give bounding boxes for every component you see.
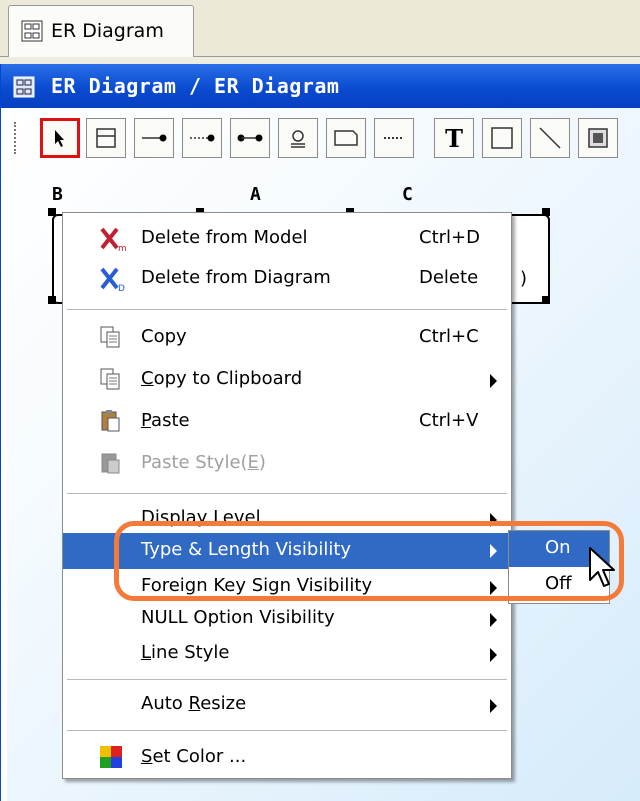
resize-handle[interactable] (48, 296, 56, 304)
many-to-many-tool-button[interactable] (230, 118, 270, 158)
paste-icon (99, 409, 123, 437)
resize-handle[interactable] (542, 208, 550, 216)
window-titlebar: ER Diagram / ER Diagram (1, 64, 640, 108)
resize-handle[interactable] (48, 208, 56, 216)
diagram-toolbar: T (6, 116, 640, 162)
entity-column-header-b: B (52, 184, 63, 205)
copy-icon (99, 367, 123, 395)
dashed-relationship-icon (190, 134, 215, 142)
menu-item-null-option-visibility[interactable]: NULL Option Visibility (63, 599, 511, 639)
menu-separator (67, 309, 507, 310)
color-palette-icon (99, 745, 123, 773)
entity-column-header-a: A (250, 184, 261, 205)
menu-item-delete-from-model[interactable]: m Delete from Model Ctrl+D (63, 219, 511, 259)
menu-item-paste[interactable]: Paste Ctrl+V (63, 402, 511, 442)
delete-diagram-icon: D (99, 266, 131, 296)
menu-item-copy[interactable]: Copy Ctrl+C (63, 318, 511, 358)
rectangle-tool-button[interactable] (482, 118, 522, 158)
tab-bar: ER Diagram (0, 0, 640, 57)
copy-icon (99, 325, 123, 353)
subtype-icon (291, 130, 305, 148)
dashed-line-tool-button[interactable] (374, 118, 414, 158)
menu-item-set-color[interactable]: Set Color ... (63, 738, 511, 778)
er-diagram-icon (21, 20, 43, 46)
submenu-arrow-icon (490, 613, 497, 627)
subtype-tool-button[interactable] (278, 118, 318, 158)
image-icon (588, 128, 608, 148)
text-tool-button[interactable]: T (434, 118, 474, 158)
relationship-tool-button[interactable] (134, 118, 174, 158)
submenu-arrow-icon (490, 699, 497, 713)
text-icon: T (445, 123, 463, 153)
toolbar-grip[interactable] (14, 122, 22, 154)
table-tool-button[interactable] (326, 118, 366, 158)
submenu-arrow-icon (490, 374, 497, 388)
submenu-arrow-icon (490, 648, 497, 662)
dashed-relationship-tool-button[interactable] (182, 118, 222, 158)
entity-overflow-text: ) (520, 268, 528, 289)
entity-tool-button[interactable] (86, 118, 126, 158)
tab-er-diagram[interactable]: ER Diagram (8, 5, 194, 57)
menu-separator (67, 679, 507, 680)
delete-model-icon: m (99, 226, 131, 256)
menu-item-paste-style: Paste Style(E) (63, 444, 511, 484)
window-title: ER Diagram / ER Diagram (51, 74, 340, 98)
pointer-icon (55, 130, 64, 147)
rectangle-icon (491, 127, 513, 149)
entity-icon (96, 128, 116, 148)
line-tool-button[interactable] (530, 118, 570, 158)
resize-handle[interactable] (542, 296, 550, 304)
many-to-many-icon (237, 134, 263, 142)
relationship-line-icon (142, 134, 167, 142)
dotted-line-icon (384, 137, 404, 139)
context-menu: m Delete from Model Ctrl+D D Delete from… (62, 212, 512, 779)
line-icon (539, 127, 561, 149)
entity-column-header-c: C (402, 184, 413, 205)
menu-item-copy-to-clipboard[interactable]: Copy to Clipboard (63, 360, 511, 400)
svg-text:m: m (118, 244, 127, 252)
menu-separator (67, 493, 507, 494)
select-tool-button[interactable] (40, 118, 80, 158)
note-icon (334, 130, 358, 146)
paste-style-icon (99, 451, 123, 479)
highlight-callout (114, 521, 624, 601)
image-tool-button[interactable] (578, 118, 618, 158)
svg-text:D: D (118, 284, 125, 292)
menu-item-line-style[interactable]: Line Style (63, 634, 511, 674)
tab-label: ER Diagram (51, 20, 164, 42)
er-diagram-icon (13, 76, 35, 102)
menu-item-auto-resize[interactable]: Auto Resize (63, 685, 511, 725)
menu-item-delete-from-diagram[interactable]: D Delete from Diagram Delete (63, 259, 511, 299)
menu-separator (67, 730, 507, 731)
